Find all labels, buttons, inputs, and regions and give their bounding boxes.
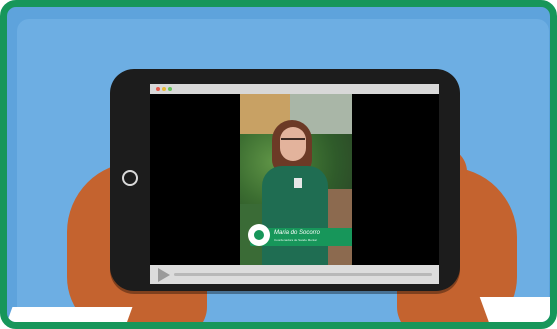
window-maximize-dot[interactable] (168, 87, 172, 91)
play-icon[interactable] (158, 268, 170, 282)
video-controls (150, 265, 439, 284)
tablet-device: Maria do Socorro Coordenadora de Saúde M… (110, 69, 460, 291)
video-frame[interactable]: Maria do Socorro Coordenadora de Saúde M… (240, 94, 352, 265)
left-sleeve (7, 307, 133, 322)
tablet-home-button[interactable] (122, 170, 138, 186)
illustration-frame: Maria do Socorro Coordenadora de Saúde M… (0, 0, 557, 329)
browser-toolbar (150, 84, 439, 94)
seek-bar[interactable] (174, 273, 432, 276)
tablet-screen: Maria do Socorro Coordenadora de Saúde M… (150, 84, 439, 284)
person-badge (294, 178, 302, 188)
person-glasses (281, 138, 305, 147)
window-minimize-dot[interactable] (162, 87, 166, 91)
organization-logo-icon (248, 224, 270, 246)
speaker-name: Maria do Socorro (274, 230, 321, 236)
speaker-role: Coordenadora de Saúde Mental (274, 238, 317, 242)
right-sleeve (479, 297, 550, 322)
window-close-dot[interactable] (156, 87, 160, 91)
logo-leaf-icon (254, 230, 264, 240)
lower-third-nametag: Maria do Socorro Coordenadora de Saúde M… (248, 224, 352, 246)
